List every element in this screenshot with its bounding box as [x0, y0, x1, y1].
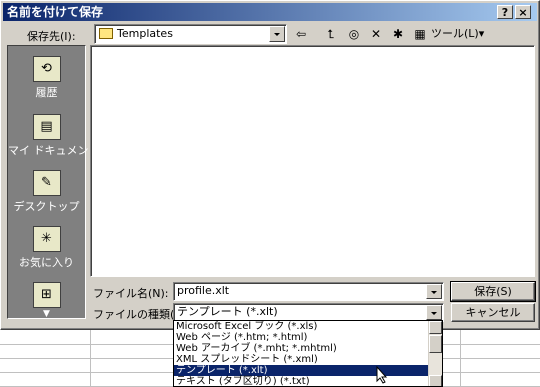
dropdown-option[interactable]: XML スプレッドシート (*.xml) — [174, 354, 442, 365]
dropdown-option[interactable]: Web アーカイブ (*.mht; *.mhtml) — [174, 343, 442, 354]
delete-icon[interactable]: ✕ — [367, 25, 385, 43]
dialog-titlebar: 名前を付けて保存 ? × — [3, 3, 537, 21]
filetype-value: テンプレート (*.xlt) — [177, 305, 278, 318]
up-folder-icon[interactable]: ⮤ — [322, 25, 340, 43]
filename-label: ファイル名(N): — [93, 287, 169, 300]
filename-dropdown-button[interactable] — [426, 284, 442, 299]
favorites-icon: ✳ — [32, 226, 61, 252]
views-icon[interactable]: ▦ — [410, 25, 430, 43]
back-icon[interactable]: ⇦ — [292, 25, 310, 43]
dropdown-option[interactable]: Microsoft Excel ブック (*.xls) — [174, 321, 442, 332]
place-label: お気に入り — [19, 256, 74, 269]
place-desktop[interactable]: ✎ デスクトップ — [8, 170, 85, 214]
close-button[interactable]: × — [515, 5, 531, 19]
history-icon: ⟲ — [32, 56, 61, 82]
scroll-up-button[interactable] — [429, 321, 442, 334]
dialog-title: 名前を付けて保存 — [7, 5, 104, 19]
place-my-documents[interactable]: ▤ マイ ドキュメント — [8, 114, 100, 158]
place-network[interactable]: ⊞ ▼ — [8, 282, 85, 319]
location-dropdown-button[interactable] — [269, 26, 285, 42]
help-button[interactable]: ? — [497, 5, 513, 19]
dropdown-scrollbar[interactable] — [428, 321, 442, 386]
location-label: 保存先(I): — [27, 30, 76, 43]
scroll-thumb[interactable] — [429, 335, 442, 353]
place-favorites[interactable]: ✳ お気に入り — [8, 226, 85, 270]
chevron-down-icon: ▼ — [43, 309, 50, 319]
filename-input[interactable]: profile.xlt — [173, 282, 444, 301]
new-folder-icon[interactable]: ✱ — [389, 25, 407, 43]
desktop-icon: ✎ — [32, 170, 61, 196]
network-places-icon: ⊞ — [32, 282, 61, 308]
place-label: デスクトップ — [13, 200, 80, 213]
places-bar: ⟲ 履歴 ▤ マイ ドキュメント ✎ デスクトップ ✳ お気に入り ⊞ ▼ — [7, 45, 100, 319]
filetype-dropdown-list[interactable]: Microsoft Excel ブック (*.xls) Web ページ (*.ht… — [173, 320, 443, 387]
search-web-icon[interactable]: ◎ — [345, 25, 363, 43]
dropdown-option[interactable]: テキスト (タブ区切り) (*.txt) — [174, 376, 442, 386]
tools-menu-label: ツール(L) — [431, 27, 479, 40]
location-value: Templates — [117, 27, 173, 40]
save-button[interactable]: 保存(S) — [450, 281, 536, 302]
tools-menu[interactable]: ツール(L)▾ — [431, 25, 489, 43]
dropdown-option[interactable]: テンプレート (*.xlt) — [174, 365, 442, 376]
scroll-down-button[interactable] — [429, 375, 442, 386]
filetype-dropdown-button[interactable] — [426, 305, 442, 320]
place-label: マイ ドキュメント — [8, 144, 100, 157]
location-combo[interactable]: Templates — [94, 24, 287, 44]
place-history[interactable]: ⟲ 履歴 — [8, 56, 85, 100]
filename-value: profile.xlt — [177, 284, 230, 297]
my-documents-icon: ▤ — [32, 114, 61, 140]
mouse-cursor-icon — [376, 366, 388, 384]
save-as-dialog: 名前を付けて保存 ? × 保存先(I): Templates ⇦ ⮤ ◎ ✕ ✱… — [0, 0, 540, 330]
dropdown-option[interactable]: Web ページ (*.htm; *.html) — [174, 332, 442, 343]
place-label: 履歴 — [35, 86, 58, 99]
file-list[interactable] — [90, 45, 535, 277]
folder-icon — [99, 28, 113, 39]
chevron-down-icon: ▾ — [478, 27, 485, 40]
cancel-button[interactable]: キャンセル — [451, 303, 535, 322]
